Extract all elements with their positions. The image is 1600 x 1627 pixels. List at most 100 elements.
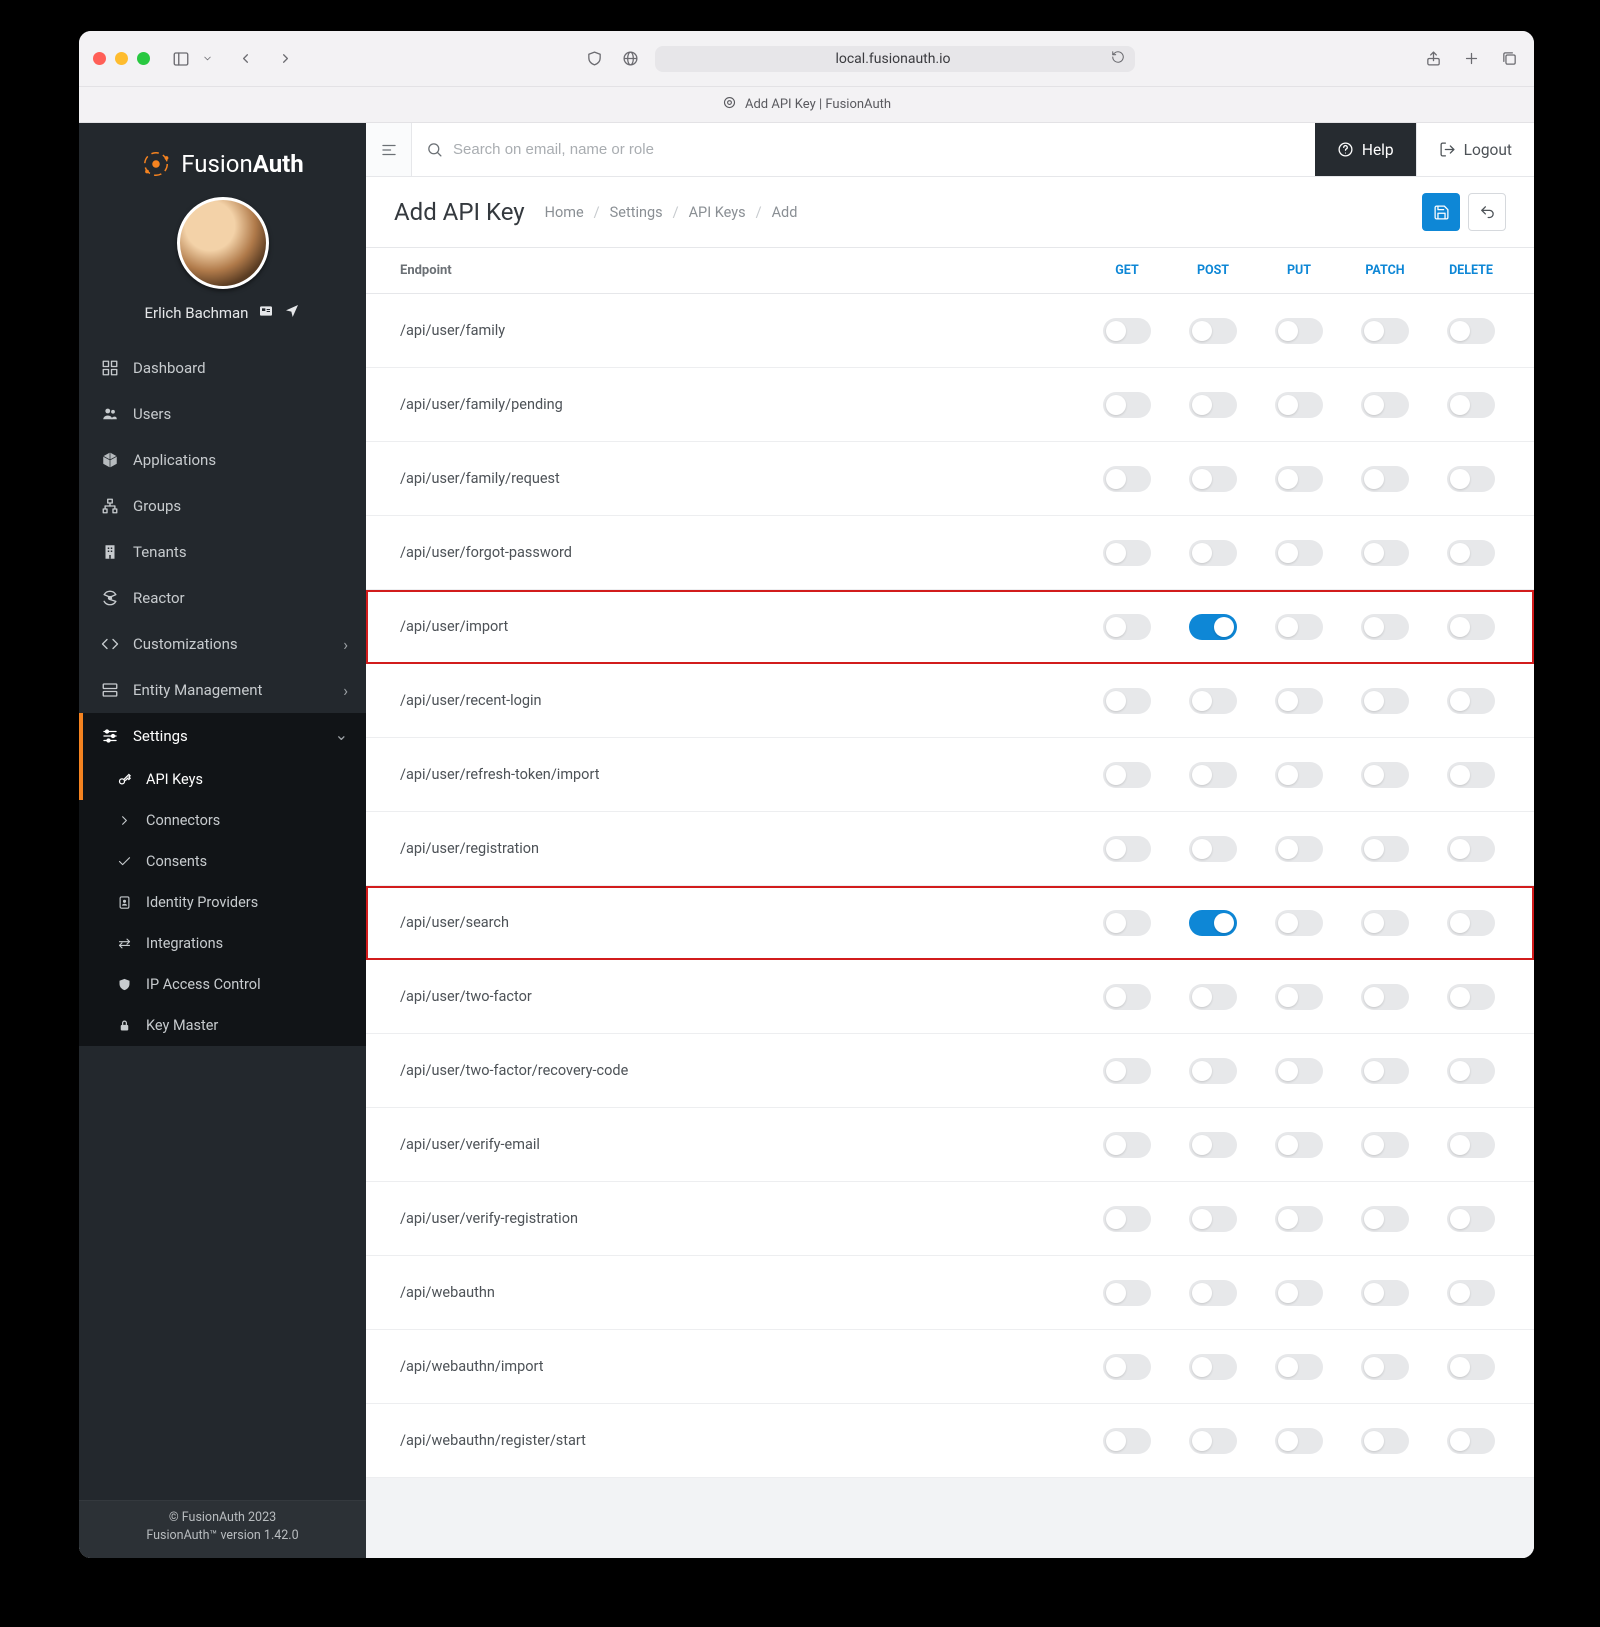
sidebar-section-entity-management[interactable]: Entity Management: [79, 667, 366, 713]
permission-toggle-patch[interactable]: [1361, 1280, 1409, 1306]
permission-toggle-post[interactable]: [1189, 614, 1237, 640]
global-search[interactable]: [412, 123, 1315, 176]
content-scroll[interactable]: Endpoint GET POST PUT PATCH DELETE /api/…: [366, 248, 1534, 1558]
new-tab-icon[interactable]: [1460, 48, 1482, 70]
permission-toggle-delete[interactable]: [1447, 1058, 1495, 1084]
permission-toggle-put[interactable]: [1275, 1280, 1323, 1306]
permission-toggle-patch[interactable]: [1361, 318, 1409, 344]
sidebar-item-users[interactable]: Users: [79, 391, 366, 437]
permission-toggle-delete[interactable]: [1447, 392, 1495, 418]
permission-toggle-get[interactable]: [1103, 836, 1151, 862]
permission-toggle-get[interactable]: [1103, 1132, 1151, 1158]
permission-toggle-put[interactable]: [1275, 836, 1323, 862]
sidebar-item-applications[interactable]: Applications: [79, 437, 366, 483]
permission-toggle-patch[interactable]: [1361, 984, 1409, 1010]
sidebar-collapse-button[interactable]: [366, 123, 412, 176]
permission-toggle-patch[interactable]: [1361, 836, 1409, 862]
permission-toggle-patch[interactable]: [1361, 1058, 1409, 1084]
permission-toggle-post[interactable]: [1189, 1428, 1237, 1454]
permission-toggle-put[interactable]: [1275, 762, 1323, 788]
permission-toggle-get[interactable]: [1103, 540, 1151, 566]
permission-toggle-post[interactable]: [1189, 910, 1237, 936]
tab-title[interactable]: Add API Key | FusionAuth: [745, 97, 891, 112]
permission-toggle-put[interactable]: [1275, 984, 1323, 1010]
permission-toggle-post[interactable]: [1189, 836, 1237, 862]
permission-toggle-post[interactable]: [1189, 392, 1237, 418]
permission-toggle-get[interactable]: [1103, 910, 1151, 936]
permission-toggle-delete[interactable]: [1447, 762, 1495, 788]
permission-toggle-post[interactable]: [1189, 1280, 1237, 1306]
logout-button[interactable]: Logout: [1416, 123, 1534, 176]
forward-button[interactable]: [274, 48, 296, 70]
permission-toggle-patch[interactable]: [1361, 762, 1409, 788]
sidebar-sub-key-master[interactable]: Key Master: [79, 1005, 366, 1046]
permission-toggle-delete[interactable]: [1447, 1280, 1495, 1306]
permission-toggle-post[interactable]: [1189, 1206, 1237, 1232]
permission-toggle-put[interactable]: [1275, 1206, 1323, 1232]
permission-toggle-post[interactable]: [1189, 1058, 1237, 1084]
permission-toggle-get[interactable]: [1103, 1428, 1151, 1454]
permission-toggle-post[interactable]: [1189, 762, 1237, 788]
permission-toggle-post[interactable]: [1189, 688, 1237, 714]
permission-toggle-get[interactable]: [1103, 466, 1151, 492]
permission-toggle-delete[interactable]: [1447, 1354, 1495, 1380]
globe-icon[interactable]: [619, 48, 641, 70]
permission-toggle-delete[interactable]: [1447, 1132, 1495, 1158]
shield-icon[interactable]: [583, 48, 605, 70]
close-window-button[interactable]: [93, 52, 106, 65]
maximize-window-button[interactable]: [137, 52, 150, 65]
col-post[interactable]: POST: [1170, 263, 1256, 278]
sidebar-sub-consents[interactable]: Consents: [79, 841, 366, 882]
permission-toggle-post[interactable]: [1189, 540, 1237, 566]
permission-toggle-put[interactable]: [1275, 466, 1323, 492]
permission-toggle-patch[interactable]: [1361, 910, 1409, 936]
help-button[interactable]: Help: [1315, 123, 1416, 176]
cancel-button[interactable]: [1468, 193, 1506, 231]
permission-toggle-put[interactable]: [1275, 1058, 1323, 1084]
crumb-home[interactable]: Home: [545, 204, 584, 221]
permission-toggle-put[interactable]: [1275, 614, 1323, 640]
sidebar-icon[interactable]: [170, 48, 192, 70]
permission-toggle-patch[interactable]: [1361, 466, 1409, 492]
permission-toggle-delete[interactable]: [1447, 318, 1495, 344]
logo[interactable]: FusionAuth: [79, 123, 366, 197]
permission-toggle-get[interactable]: [1103, 392, 1151, 418]
crumb-settings[interactable]: Settings: [610, 204, 663, 221]
permission-toggle-get[interactable]: [1103, 1354, 1151, 1380]
permission-toggle-delete[interactable]: [1447, 540, 1495, 566]
permission-toggle-put[interactable]: [1275, 910, 1323, 936]
permission-toggle-delete[interactable]: [1447, 466, 1495, 492]
permission-toggle-put[interactable]: [1275, 1428, 1323, 1454]
address-bar[interactable]: local.fusionauth.io: [655, 46, 1135, 72]
permission-toggle-patch[interactable]: [1361, 540, 1409, 566]
sidebar-section-settings[interactable]: Settings: [79, 713, 366, 759]
permission-toggle-patch[interactable]: [1361, 1206, 1409, 1232]
permission-toggle-post[interactable]: [1189, 1132, 1237, 1158]
permission-toggle-delete[interactable]: [1447, 688, 1495, 714]
sidebar-section-customizations[interactable]: Customizations: [79, 621, 366, 667]
share-icon[interactable]: [1422, 48, 1444, 70]
permission-toggle-put[interactable]: [1275, 318, 1323, 344]
permission-toggle-get[interactable]: [1103, 984, 1151, 1010]
permission-toggle-get[interactable]: [1103, 1206, 1151, 1232]
sidebar-item-tenants[interactable]: Tenants: [79, 529, 366, 575]
permission-toggle-post[interactable]: [1189, 1354, 1237, 1380]
location-arrow-icon[interactable]: [284, 303, 300, 323]
save-button[interactable]: [1422, 193, 1460, 231]
chevron-down-icon[interactable]: [196, 48, 218, 70]
sidebar-sub-identity-providers[interactable]: Identity Providers: [79, 882, 366, 923]
permission-toggle-put[interactable]: [1275, 1132, 1323, 1158]
sidebar-sub-apikeys[interactable]: API Keys: [79, 759, 366, 800]
permission-toggle-patch[interactable]: [1361, 1354, 1409, 1380]
permission-toggle-patch[interactable]: [1361, 392, 1409, 418]
permission-toggle-get[interactable]: [1103, 688, 1151, 714]
permission-toggle-patch[interactable]: [1361, 688, 1409, 714]
permission-toggle-delete[interactable]: [1447, 984, 1495, 1010]
permission-toggle-put[interactable]: [1275, 688, 1323, 714]
col-put[interactable]: PUT: [1256, 263, 1342, 278]
search-input[interactable]: [453, 141, 1301, 158]
sidebar-sub-ip-access[interactable]: IP Access Control: [79, 964, 366, 1005]
permission-toggle-patch[interactable]: [1361, 1132, 1409, 1158]
crumb-apikeys[interactable]: API Keys: [689, 204, 746, 221]
permission-toggle-delete[interactable]: [1447, 614, 1495, 640]
